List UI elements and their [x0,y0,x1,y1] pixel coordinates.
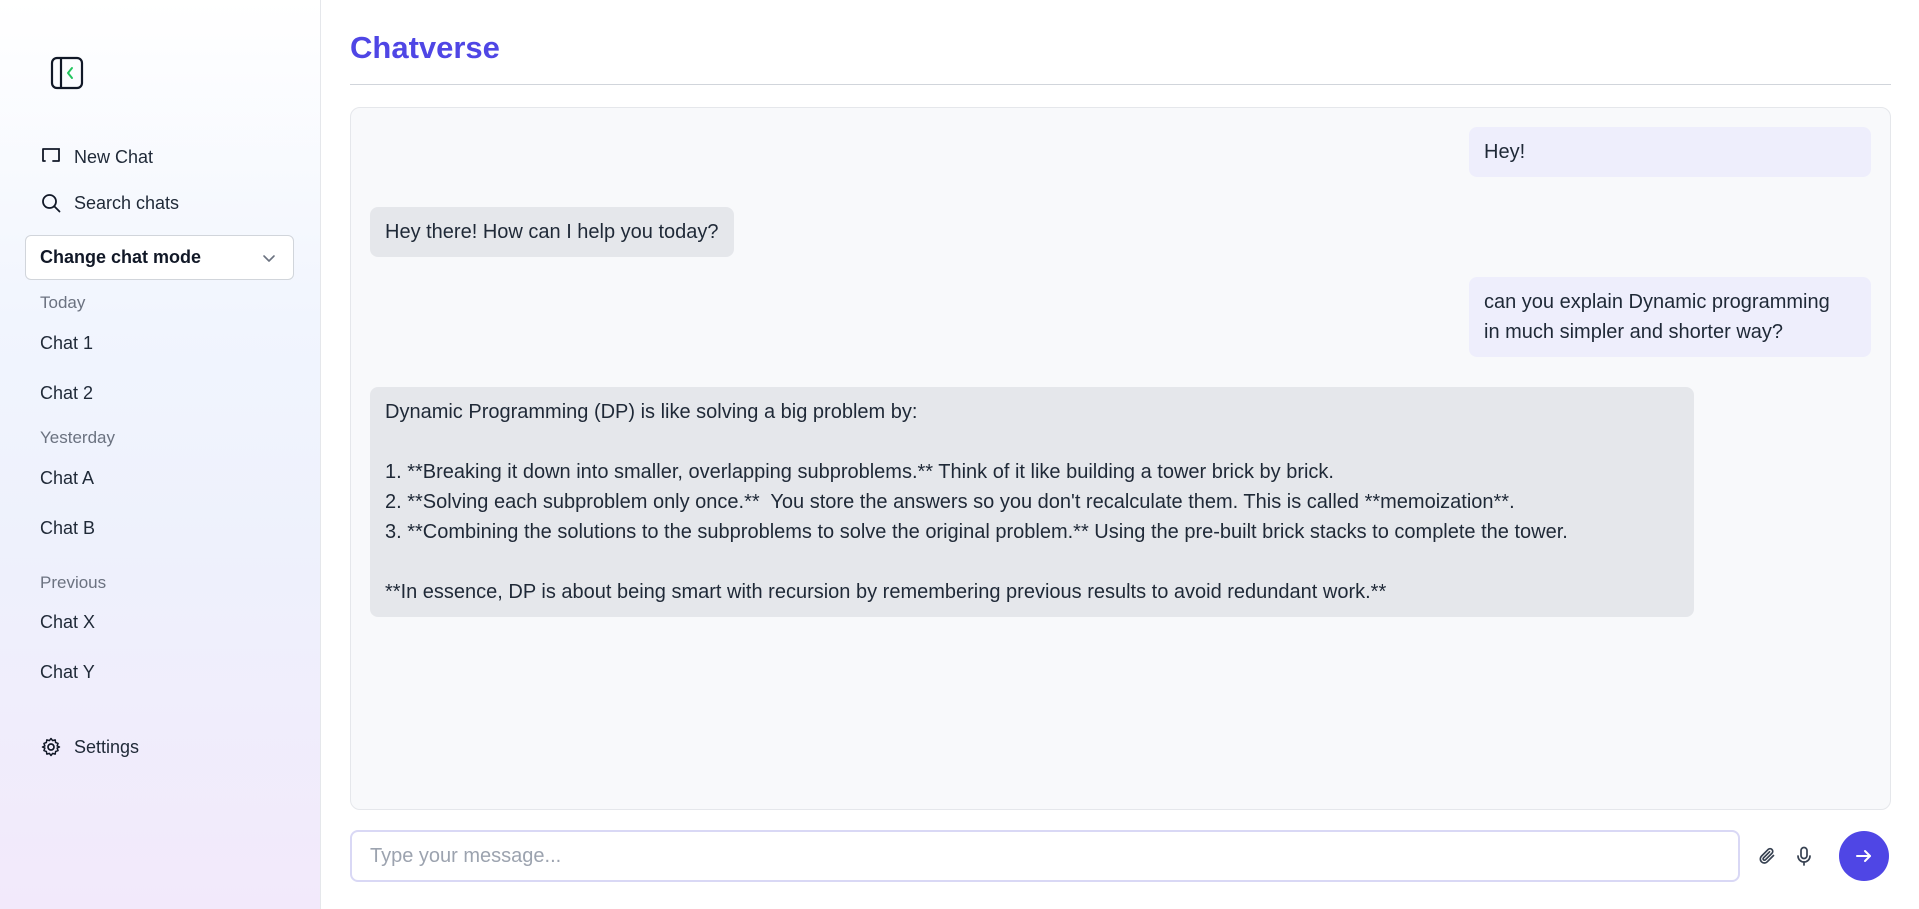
app-title: Chatverse [350,30,500,65]
section-label-previous: Previous [40,573,107,592]
attach-button[interactable] [1755,843,1781,869]
microphone-button[interactable] [1791,843,1817,869]
title-divider [350,84,1891,85]
section-label-yesterday: Yesterday [40,428,115,447]
microphone-icon [1797,846,1811,866]
settings-label: Settings [74,736,140,757]
new-chat-icon [42,148,60,162]
gear-icon [41,737,61,757]
new-chat-button[interactable]: New Chat [40,146,153,168]
assistant-message: Hey there! How can I help you today? [370,207,734,257]
chat-item[interactable]: Chat X [40,612,95,633]
settings-button[interactable]: Settings [40,736,139,758]
send-button[interactable] [1839,831,1889,881]
chat-item[interactable]: Chat A [40,468,94,489]
chat-item[interactable]: Chat Y [40,662,95,683]
search-chats-label: Search chats [74,192,180,213]
sidebar-toggle-button[interactable] [50,56,84,90]
chat-mode-label: Change chat mode [40,247,202,267]
arrow-right-icon [1856,850,1871,862]
chat-item[interactable]: Chat 2 [40,383,93,404]
chat-panel[interactable]: Hey! Hey there! How can I help you today… [350,107,1891,810]
chevron-down-icon [263,254,275,262]
search-icon [42,194,61,213]
search-chats-button[interactable]: Search chats [40,192,179,214]
paperclip-icon [1759,847,1775,864]
chat-item[interactable]: Chat 1 [40,333,93,354]
message-input[interactable] [350,830,1740,882]
sidebar-toggle-icon [50,56,84,90]
sidebar: New Chat Search chats Change chat mode T… [0,0,321,909]
user-message: Hey! [1469,127,1871,177]
new-chat-label: New Chat [74,146,154,167]
user-message: can you explain Dynamic programming in m… [1469,277,1871,357]
chat-mode-select[interactable]: Change chat mode [25,235,294,280]
section-label-today: Today [40,293,86,312]
chat-item[interactable]: Chat B [40,518,95,539]
assistant-message: Dynamic Programming (DP) is like solving… [370,387,1694,617]
